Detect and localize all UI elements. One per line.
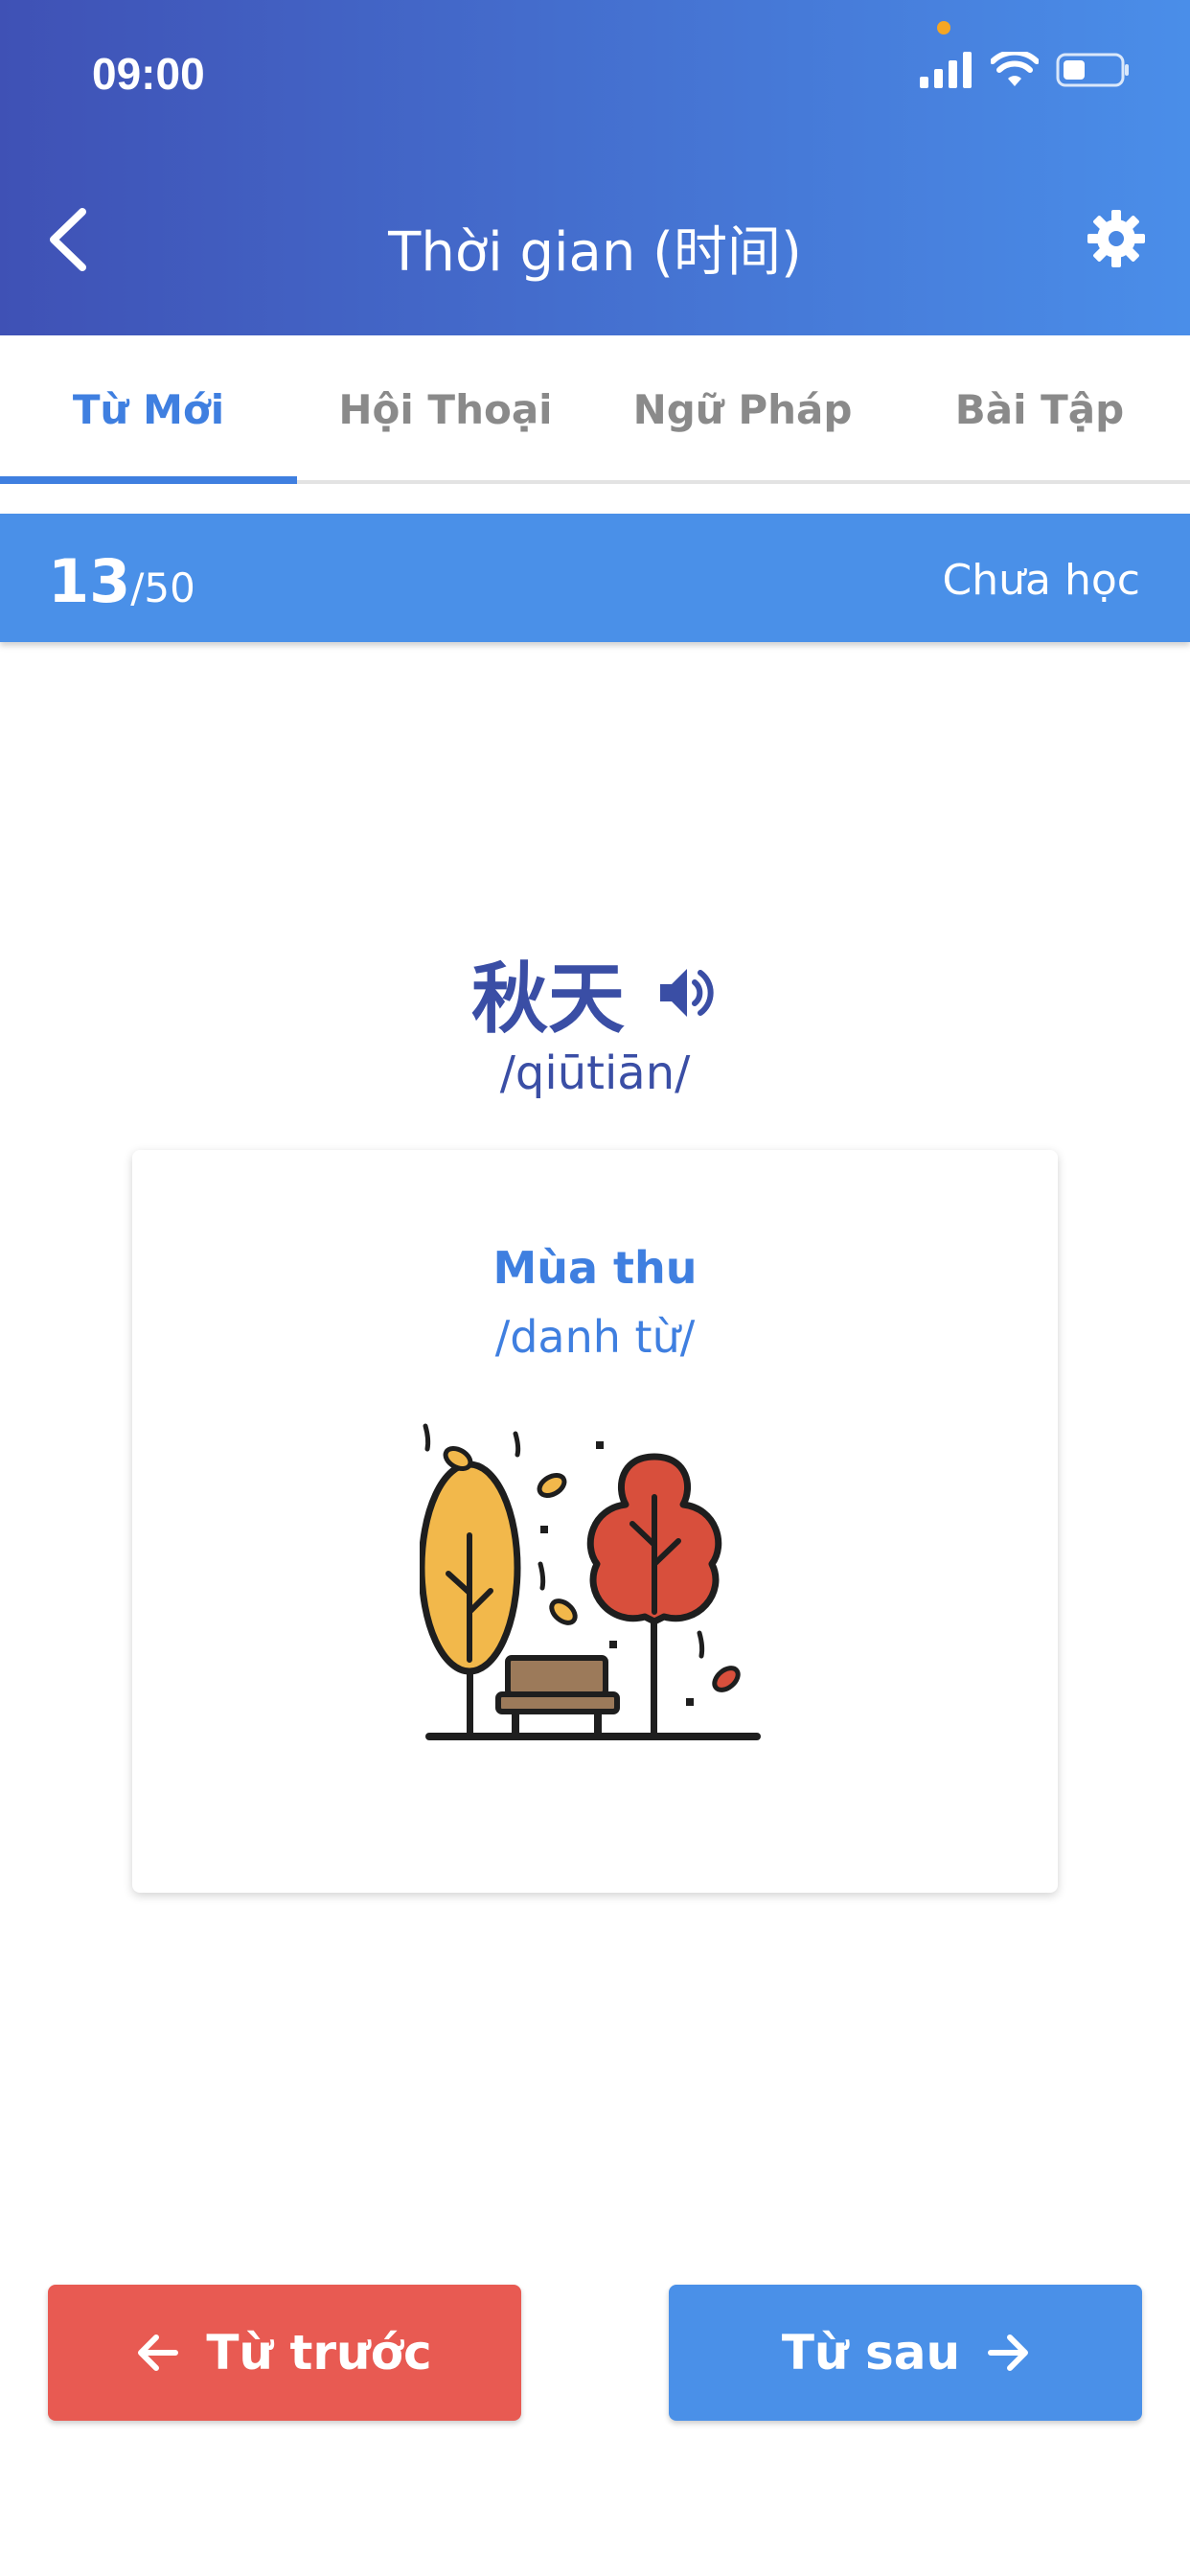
progress-count: 13/50	[48, 546, 195, 616]
tab-exercises[interactable]: Bài Tập	[891, 335, 1188, 484]
gear-icon	[1087, 210, 1145, 267]
tab-grammar[interactable]: Ngữ Pháp	[594, 335, 891, 484]
status-icons	[920, 52, 1131, 88]
status-time: 09:00	[92, 49, 205, 99]
autumn-park-icon	[420, 1423, 761, 1740]
battery-icon	[1056, 53, 1129, 87]
progress-bar: 13/50 Chưa học	[0, 514, 1190, 642]
previous-word-label: Từ trước	[206, 2325, 432, 2380]
arrow-left-icon	[138, 2334, 179, 2371]
signal-icon	[920, 52, 972, 88]
tab-bar: Từ Mới Hội Thoại Ngữ Pháp Bài Tập	[0, 335, 1190, 484]
meaning-text: Mùa thu	[492, 1242, 698, 1294]
word-row: 秋天	[0, 937, 1190, 1048]
wifi-icon	[991, 52, 1039, 86]
next-word-button[interactable]: Từ sau	[669, 2285, 1142, 2421]
tab-conversation[interactable]: Hội Thoại	[297, 335, 594, 484]
progress-total: /50	[130, 564, 195, 611]
previous-word-button[interactable]: Từ trước	[48, 2285, 521, 2421]
app-header: 09:00 Thời gian (时间)	[0, 0, 1190, 335]
hanzi-word: 秋天	[471, 954, 625, 1044]
tab-new-words[interactable]: Từ Mới	[0, 335, 297, 484]
arrow-right-icon	[988, 2334, 1029, 2371]
meaning-card: Mùa thu /danh từ/	[132, 1150, 1058, 1893]
word-type: /danh từ/	[494, 1311, 696, 1363]
settings-button[interactable]	[1083, 205, 1150, 272]
pinyin: /qiūtiān/	[499, 1046, 691, 1100]
speaker-icon	[660, 969, 714, 1017]
recording-indicator-icon	[937, 21, 950, 34]
play-audio-button[interactable]	[657, 962, 719, 1024]
next-word-label: Từ sau	[781, 2325, 961, 2380]
active-tab-indicator	[0, 476, 297, 484]
progress-current: 13	[48, 546, 131, 616]
page-title: Thời gian (时间)	[388, 221, 802, 284]
learning-status[interactable]: Chưa học	[943, 556, 1140, 605]
